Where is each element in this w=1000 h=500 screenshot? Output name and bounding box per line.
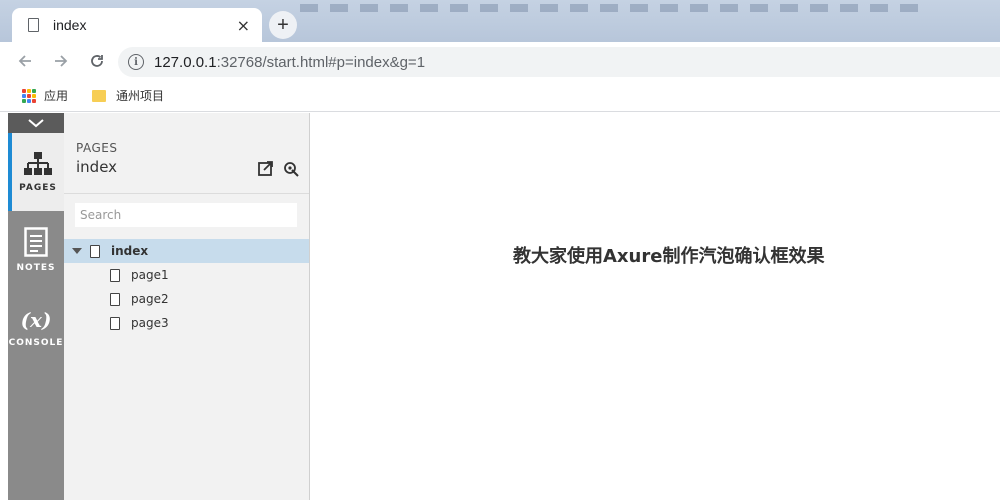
page-tree: index page1 page2 page3 (64, 239, 309, 335)
page-icon (90, 244, 100, 258)
page-icon (28, 18, 39, 32)
pages-panel-header: PAGES index (64, 113, 309, 193)
browser-titlebar: index × + (0, 0, 1000, 42)
rail-console-button[interactable]: (x) CONSOLE (8, 289, 64, 367)
pages-panel-tools (258, 161, 299, 177)
browser-tab[interactable]: index × (12, 8, 262, 42)
apps-grid-dot (22, 98, 26, 103)
open-in-new-window-icon[interactable] (258, 161, 273, 176)
arrow-left-icon (18, 55, 31, 67)
reload-button[interactable] (86, 50, 108, 72)
url-path: :32768/start.html#p=index&g=1 (216, 53, 426, 71)
info-icon[interactable]: i (128, 54, 144, 70)
prototype-canvas: 教大家使用Axure制作汽泡确认框效果 (311, 113, 1000, 500)
variable-x-icon: (x) (20, 308, 52, 332)
apps-grid-dot (27, 98, 31, 103)
tree-node-index[interactable]: index (64, 239, 309, 263)
apps-grid-icon (22, 88, 36, 103)
caret-down-icon[interactable] (72, 248, 82, 254)
tree-node-page2[interactable]: page2 (64, 287, 309, 311)
rail-notes-label: NOTES (16, 263, 56, 273)
bookmark-label: 应用 (44, 89, 69, 103)
url-host: 127.0.0.1 (154, 53, 217, 71)
arrow-right-icon (55, 55, 68, 67)
chevron-down-icon (28, 119, 44, 128)
bookmark-apps[interactable]: 应用 (22, 87, 68, 104)
page-search-input[interactable] (75, 203, 297, 227)
locate-page-icon[interactable] (283, 161, 299, 177)
address-bar[interactable]: i 127.0.0.1 :32768/start.html#p=index&g=… (118, 47, 1000, 77)
forward-button[interactable] (50, 50, 72, 72)
sitemap-icon (24, 152, 52, 175)
apps-grid-dot (22, 88, 26, 93)
notes-icon (24, 227, 48, 257)
pages-panel: PAGES index index page1 page2 (64, 113, 310, 500)
back-button[interactable] (14, 50, 36, 72)
rail-notes-button[interactable]: NOTES (8, 211, 64, 289)
apps-grid-dot (27, 88, 31, 93)
apps-grid-dot (32, 93, 36, 98)
tab-title: index (53, 17, 87, 33)
tree-node-label: page1 (131, 268, 169, 282)
apps-grid-dot (27, 93, 31, 98)
tree-node-label: page2 (131, 292, 169, 306)
folder-icon (92, 89, 107, 102)
bookmarks-bar: 应用 通州项目 (0, 80, 1000, 112)
bookmark-label: 通州项目 (116, 89, 165, 103)
player-sidebar-rail: PAGES NOTES (x) CONSOLE (8, 113, 64, 500)
tree-node-page3[interactable]: page3 (64, 311, 309, 335)
apps-grid-dot (32, 88, 36, 93)
page-icon (110, 268, 120, 282)
titlebar-background-text (300, 4, 920, 12)
rail-pages-label: PAGES (19, 183, 57, 193)
apps-grid-dot (22, 93, 26, 98)
rail-pages-button[interactable]: PAGES (8, 133, 64, 211)
page-icon (110, 292, 120, 306)
browser-toolbar: i 127.0.0.1 :32768/start.html#p=index&g=… (0, 42, 1000, 80)
tree-node-label: index (111, 244, 149, 258)
pages-caption: PAGES (76, 141, 118, 155)
tab-close-icon[interactable]: × (237, 16, 250, 35)
apps-grid-dot (32, 98, 36, 103)
divider (64, 193, 309, 194)
collapse-toggle[interactable] (8, 113, 64, 133)
new-tab-button[interactable]: + (269, 11, 297, 39)
reload-icon (91, 55, 103, 67)
bookmark-folder[interactable]: 通州项目 (92, 87, 164, 104)
tree-node-label: page3 (131, 316, 169, 330)
tree-node-page1[interactable]: page1 (64, 263, 309, 287)
page-icon (110, 316, 120, 330)
page-heading: 教大家使用Axure制作汽泡确认框效果 (513, 246, 825, 267)
rail-console-label: CONSOLE (8, 338, 64, 348)
